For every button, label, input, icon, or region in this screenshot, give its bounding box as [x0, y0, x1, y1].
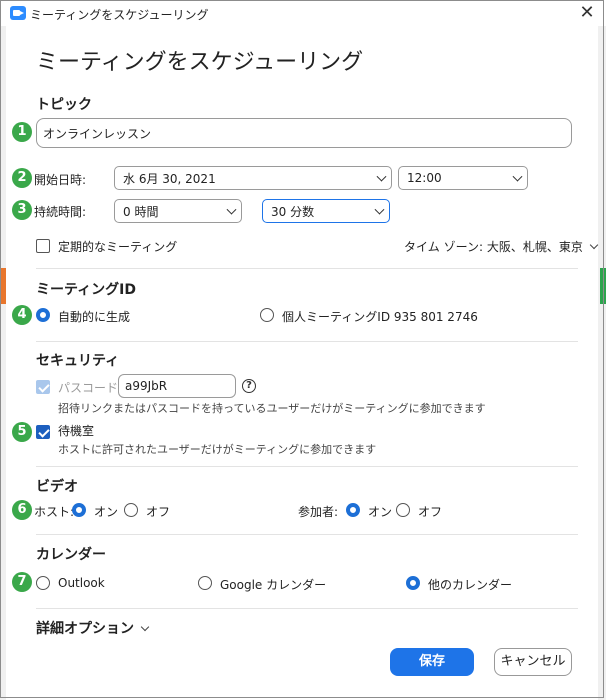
window-frame	[0, 0, 604, 698]
